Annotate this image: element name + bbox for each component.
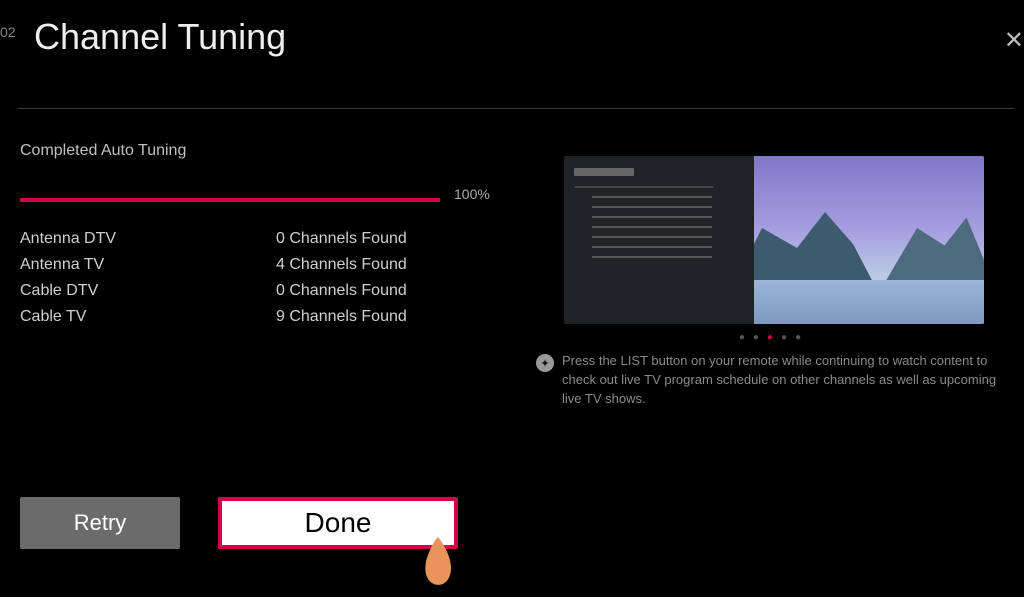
result-label: Antenna TV (20, 256, 276, 274)
tuning-status: Completed Auto Tuning (20, 142, 186, 160)
close-icon[interactable]: ✕ (1004, 26, 1024, 55)
preview-panel (564, 156, 984, 324)
time-indicator: 02 (0, 24, 16, 40)
progress-percent: 100% (454, 186, 490, 202)
result-value: 9 Channels Found (276, 308, 407, 326)
help-text: Press the LIST button on your remote whi… (562, 352, 1006, 409)
info-icon: ✦ (536, 354, 554, 372)
retry-button[interactable]: Retry (20, 497, 180, 549)
progress-bar-fill (20, 198, 440, 202)
button-row: Retry Done (20, 497, 458, 549)
result-value: 0 Channels Found (276, 282, 407, 300)
progress-track (20, 198, 440, 202)
result-row: Antenna TV 4 Channels Found (20, 252, 480, 278)
result-value: 4 Channels Found (276, 256, 407, 274)
results-list: Antenna DTV 0 Channels Found Antenna TV … (20, 226, 480, 330)
help-row: ✦ Press the LIST button on your remote w… (536, 352, 1006, 409)
preview-image (754, 156, 984, 324)
divider (18, 108, 1014, 109)
carousel-dots[interactable]: ●●●●● (564, 332, 984, 343)
result-label: Antenna DTV (20, 230, 276, 248)
result-label: Cable TV (20, 308, 276, 326)
result-row: Cable TV 9 Channels Found (20, 304, 480, 330)
cursor-pointer-icon (416, 533, 460, 589)
result-value: 0 Channels Found (276, 230, 407, 248)
result-label: Cable DTV (20, 282, 276, 300)
preview-guide-icon (564, 156, 754, 324)
result-row: Antenna DTV 0 Channels Found (20, 226, 480, 252)
result-row: Cable DTV 0 Channels Found (20, 278, 480, 304)
page-title: Channel Tuning (34, 16, 286, 58)
